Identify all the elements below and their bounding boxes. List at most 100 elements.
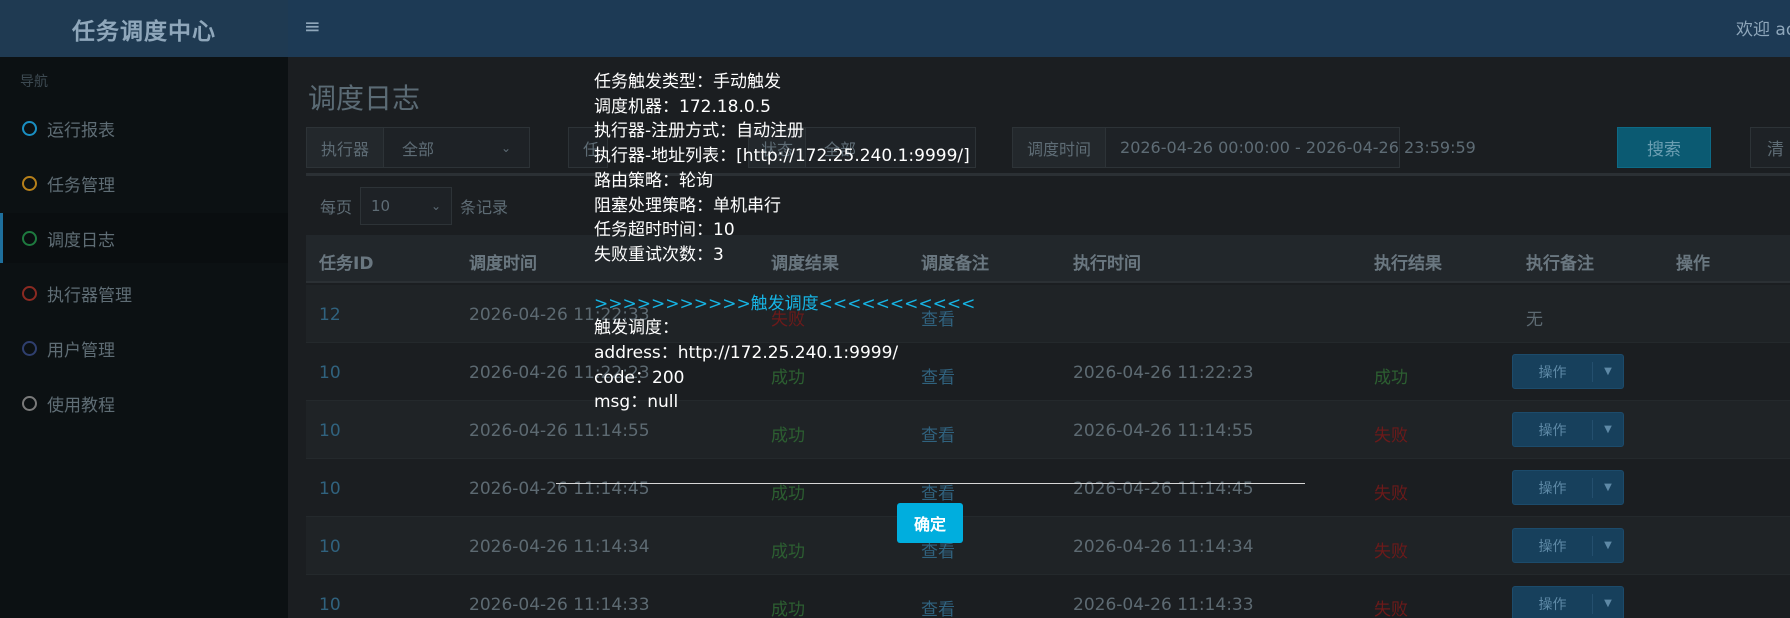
trigger-result: 成功 <box>771 542 805 562</box>
task-id-link[interactable]: 12 <box>319 305 341 325</box>
nav-header: 导航 <box>20 74 48 90</box>
handle-time: 2026-04-26 11:14:45 <box>1073 479 1254 499</box>
operation-label: 操作 <box>1513 477 1593 498</box>
col-header[interactable]: 执行备注 <box>1526 249 1594 274</box>
circle-icon <box>22 120 37 136</box>
main-content: 调度日志 执行器 全部 ⌄ 任 状态 全部 ⌄ 调度时间 2026-04-26 00… <box>288 57 1790 618</box>
table-row: 10 2026-04-26 11:14:33 成功 查看 2026-04-26 … <box>306 575 1790 618</box>
circle-icon <box>22 340 37 356</box>
dialog-result-line: 触发调度： <box>594 318 679 339</box>
handle-result: 成功 <box>1374 368 1408 388</box>
task-id-link[interactable]: 10 <box>319 363 341 383</box>
handle-result: 失败 <box>1374 542 1408 562</box>
time-range-value: 2026-04-26 00:00:00 - 2026-04-26 23:59:5… <box>1120 138 1476 157</box>
handle-result: 失败 <box>1374 484 1408 504</box>
page-size-suffix: 条记录 <box>460 198 509 217</box>
table-row: 10 2026-04-26 11:14:45 成功 查看 2026-04-26 … <box>306 459 1790 517</box>
caret-down-icon: ▼ <box>1604 366 1612 377</box>
operation-dropdown-button[interactable]: 操作 ▼ <box>1512 470 1624 505</box>
dialog-divider <box>556 483 1305 484</box>
handle-time: 2026-04-26 11:14:34 <box>1073 537 1254 557</box>
dialog-line: 执行器-地址列表：[http://172.25.240.1:9999/] <box>594 146 970 167</box>
caret-down-icon: ▼ <box>1604 540 1612 551</box>
search-button[interactable]: 搜索 <box>1617 127 1711 168</box>
trigger-time: 2026-04-26 11:14:33 <box>469 595 650 615</box>
task-id-link[interactable]: 10 <box>319 421 341 441</box>
operation-label: 操作 <box>1513 535 1593 556</box>
handle-result: 失败 <box>1374 426 1408 446</box>
handle-result: 失败 <box>1374 600 1408 618</box>
page-size-prefix: 每页 <box>320 198 353 217</box>
page-size-control: 每页 10 ⌄ 条记录 <box>320 187 508 225</box>
sidebar-item-label: 用户管理 <box>47 340 115 361</box>
table-row: 12 2026-04-26 11:22:33 失败 查看 无 <box>306 285 1790 343</box>
operation-dropdown-button[interactable]: 操作 ▼ <box>1512 354 1624 389</box>
executor-select[interactable]: 执行器 全部 ⌄ <box>306 127 530 168</box>
trigger-note-link[interactable]: 查看 <box>921 421 955 446</box>
hamburger-icon[interactable]: ≡ <box>304 14 321 38</box>
table-header: 任务ID 调度时间 调度结果 调度备注 执行时间 执行结果 执行备注 操作 <box>306 235 1790 283</box>
sidebar-item-help[interactable]: 使用教程 <box>0 378 288 428</box>
operation-dropdown-button[interactable]: 操作 ▼ <box>1512 528 1624 563</box>
trigger-result: 成功 <box>771 426 805 446</box>
sidebar-item-executors[interactable]: 执行器管理 <box>0 268 288 318</box>
operation-label: 操作 <box>1513 361 1593 382</box>
executor-value: 全部 <box>402 139 435 159</box>
circle-icon <box>22 175 37 191</box>
table-row: 10 2026-04-26 11:22:23 成功 查看 2026-04-26 … <box>306 343 1790 401</box>
dialog-result-line: code：200 <box>594 367 685 388</box>
dialog-result-line: address：http://172.25.240.1:9999/ <box>594 343 899 364</box>
sidebar-item-users[interactable]: 用户管理 <box>0 323 288 373</box>
handle-note: 无 <box>1526 310 1543 330</box>
trigger-banner: >>>>>>>>>>>触发调度<<<<<<<<<<< <box>594 293 976 314</box>
operation-dropdown-button[interactable]: 操作 ▼ <box>1512 586 1624 618</box>
trigger-log-dialog: 任务触发类型：手动触发 调度机器：172.18.0.5 执行器-注册方式：自动注… <box>594 70 975 415</box>
caret-down-icon: ▼ <box>1604 598 1612 609</box>
table-row: 10 2026-04-26 11:14:55 成功 查看 2026-04-26 … <box>306 401 1790 459</box>
circle-icon <box>22 395 37 411</box>
dialog-line: 失败重试次数：3 <box>594 244 724 265</box>
sidebar-item-report[interactable]: 运行报表 <box>0 103 288 153</box>
confirm-button[interactable]: 确定 <box>897 503 963 543</box>
task-id-link[interactable]: 10 <box>319 595 341 615</box>
welcome-user-menu[interactable]: 欢迎 ad <box>1736 15 1790 40</box>
page-title: 调度日志 <box>308 82 421 115</box>
operation-label: 操作 <box>1513 593 1593 614</box>
operation-label: 操作 <box>1513 419 1593 440</box>
trigger-note-link[interactable]: 查看 <box>921 595 955 618</box>
app-logo[interactable]: 任务调度中心 <box>0 0 288 57</box>
trigger-result: 成功 <box>771 600 805 618</box>
page-size-select[interactable]: 10 ⌄ <box>360 187 453 225</box>
col-header[interactable]: 操作 <box>1676 249 1710 274</box>
operation-dropdown-button[interactable]: 操作 ▼ <box>1512 412 1624 447</box>
dialog-line: 阻塞处理策略：单机串行 <box>594 195 781 216</box>
col-header[interactable]: 调度时间 <box>469 249 537 274</box>
time-range-input[interactable]: 调度时间 2026-04-26 00:00:00 - 2026-04-26 23… <box>1012 127 1476 168</box>
dialog-line: 任务触发类型：手动触发 <box>594 72 781 92</box>
task-id-link[interactable]: 10 <box>319 537 341 557</box>
sidebar: 导航 运行报表 任务管理 调度日志 执行器管理 用户管理 使用教程 <box>0 57 288 618</box>
dialog-result-line: msg：null <box>594 392 679 413</box>
circle-icon <box>22 285 37 301</box>
sidebar-item-jobs[interactable]: 任务管理 <box>0 158 288 208</box>
trigger-time: 2026-04-26 11:14:55 <box>469 421 650 441</box>
col-header[interactable]: 执行结果 <box>1374 249 1442 274</box>
sidebar-item-label: 使用教程 <box>47 395 115 416</box>
col-header[interactable]: 任务ID <box>319 249 373 274</box>
handle-time: 2026-04-26 11:14:55 <box>1073 421 1254 441</box>
executor-label: 执行器 <box>307 128 385 167</box>
task-id-link[interactable]: 10 <box>319 479 341 499</box>
circle-icon <box>22 230 37 246</box>
top-header: 任务调度中心 ≡ 欢迎 ad <box>0 0 1790 57</box>
caret-down-icon: ▼ <box>1604 482 1612 493</box>
dialog-line: 调度机器：172.18.0.5 <box>594 96 771 117</box>
dialog-line: 任务超时时间：10 <box>594 220 735 241</box>
handle-time: 2026-04-26 11:14:33 <box>1073 595 1254 615</box>
col-header[interactable]: 执行时间 <box>1073 249 1141 274</box>
chevron-down-icon: ⌄ <box>500 140 511 155</box>
clear-button[interactable]: 清 <box>1750 127 1790 168</box>
divider <box>306 173 1790 176</box>
sidebar-item-logs[interactable]: 调度日志 <box>0 213 288 263</box>
time-label: 调度时间 <box>1013 128 1107 167</box>
trigger-time: 2026-04-26 11:14:34 <box>469 537 650 557</box>
